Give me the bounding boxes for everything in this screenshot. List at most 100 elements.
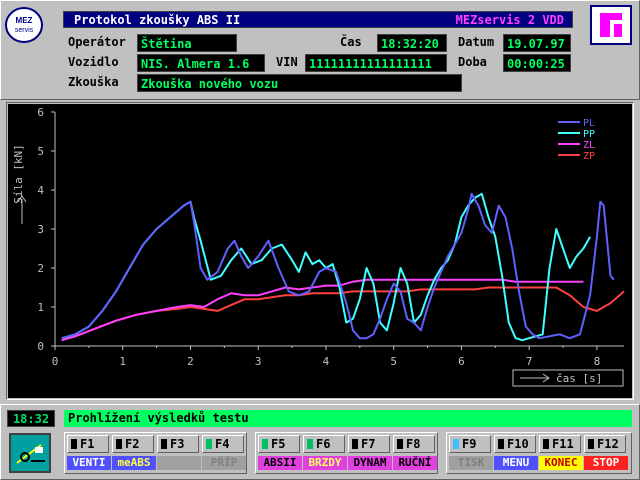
test-label: Zkouška [68,75,119,89]
fkey-f5-caption[interactable]: ABSII [258,456,302,470]
chart-panel: 0 1 2 3 4 5 6 0 1 2 3 4 5 6 7 8 Síla [kN] čas [s] PL PP ZL ZP [8,104,632,398]
force-time-chart: 0 1 2 3 4 5 6 0 1 2 3 4 5 6 7 8 Síla [kN] čas [s] PLPPZLZP [12,106,625,387]
duration-label: Doba [458,55,487,69]
test-field: Zkouška nového vozu [137,74,462,92]
fkey-f9-caption[interactable]: TISK [449,456,493,470]
x-tick-label: 5 [390,355,397,368]
fkey-f6[interactable]: F6 [303,435,345,453]
fkey-f1-caption[interactable]: VENTI [67,456,111,470]
x-tick-label: 0 [52,355,59,368]
fkey-f7-caption[interactable]: DYNAM [348,456,392,470]
fkey-key-label: F7 [361,437,376,451]
fkey-f2-caption[interactable]: meABS [112,456,156,470]
x-tick-label: 8 [594,355,601,368]
company-name: MEZservis 2 VDD [455,13,564,27]
y-tick-label: 5 [37,145,44,158]
fkey-f8[interactable]: F8 [393,435,435,453]
title-bar: Protokol zkoušky ABS II MEZservis 2 VDD [63,11,573,28]
x-tick-label: 6 [458,355,465,368]
fkey-key-label: F1 [80,437,95,451]
fkey-led [206,439,212,449]
legend-label-pp: PP [583,129,595,140]
fkey-led [161,439,167,449]
fkey-led [116,439,122,449]
fkey-f3-caption[interactable] [157,456,201,470]
fkey-f8-caption[interactable]: RUČNÍ [393,456,437,470]
logo-line-1: MEZ [16,16,33,25]
time-label: Čas [340,35,362,49]
fkey-f6-caption[interactable]: BRZDY [303,456,347,470]
fkey-f2[interactable]: F2 [112,435,154,453]
fkey-f12[interactable]: F12 [584,435,626,453]
fkey-key-label: F3 [170,437,185,451]
app-title: Protokol zkoušky ABS II [74,13,241,27]
y-axis-label: Síla [kN] [12,144,25,204]
fkey-led [498,439,504,449]
fkey-key-label: F2 [125,437,140,451]
fkey-led [262,439,268,449]
y-tick-label: 0 [37,340,44,353]
mez-logo-icon: MEZ servis [5,7,43,43]
fkey-key-label: F12 [597,437,619,451]
fkey-f1[interactable]: F1 [67,435,109,453]
x-tick-label: 4 [323,355,330,368]
fkey-led [71,439,77,449]
fkey-key-label: F5 [271,437,286,451]
fr-logo-icon [600,13,622,37]
series-line-pl [61,192,615,340]
fkey-f12-caption[interactable]: STOP [584,456,628,470]
vehicle-field: NIS. Almera 1.6 [137,54,265,72]
x-axis-label: čas [s] [556,372,602,385]
fkey-led [588,439,594,449]
fkey-f5[interactable]: F5 [258,435,300,453]
fkey-f4-caption[interactable]: PŘÍP [202,456,246,470]
fkey-f7[interactable]: F7 [348,435,390,453]
duration-field: 00:00:25 [503,54,571,72]
vehicle-label: Vozidlo [68,55,119,69]
y-tick-label: 2 [37,262,44,275]
fkey-led [453,439,459,449]
status-clock: 18:32 [7,410,55,427]
fkey-led [543,439,549,449]
y-tick-label: 3 [37,223,44,236]
fkey-key-label: F6 [316,437,331,451]
fkey-key-label: F11 [552,437,574,451]
legend-label-zp: ZP [583,151,595,162]
fkey-f3[interactable]: F3 [157,435,199,453]
fkey-key-label: F8 [406,437,421,451]
fkey-f11[interactable]: F11 [539,435,581,453]
vin-label: VIN [276,55,298,69]
fkey-led [397,439,403,449]
x-tick-label: 1 [119,355,126,368]
fkey-led [352,439,358,449]
fkey-f9[interactable]: F9 [449,435,491,453]
fkey-f10[interactable]: F10 [494,435,536,453]
time-field: 18:32:20 [377,34,447,52]
logo-line-2: servis [15,27,34,34]
y-tick-label: 4 [37,184,44,197]
fkey-f10-caption[interactable]: MENU [494,456,538,470]
mez-logo: MEZ servis [3,5,45,45]
fkey-f4[interactable]: F4 [202,435,244,453]
status-message: Prohlížení výsledků testu [64,410,632,427]
fr-logo [590,5,632,45]
x-tick-label: 3 [255,355,262,368]
robot-arm-icon [16,444,45,464]
vin-field: 11111111111111111 [305,54,447,72]
date-field: 19.07.97 [503,34,571,52]
fkey-f11-caption[interactable]: KONEC [539,456,583,470]
fkey-led [307,439,313,449]
legend-label-zl: ZL [583,140,595,151]
series-line-zl [61,278,584,342]
date-label: Datum [458,35,495,49]
legend-label-pl: PL [583,118,595,129]
fkey-key-label: F9 [462,437,477,451]
fkey-key-label: F4 [215,437,230,451]
x-tick-label: 2 [187,355,194,368]
fkey-key-label: F10 [507,437,529,451]
operator-field: Štětina [137,34,237,52]
x-tick-label: 7 [526,355,533,368]
y-tick-label: 1 [37,301,44,314]
y-tick-label: 6 [37,106,44,119]
robot-icon[interactable] [9,433,51,473]
